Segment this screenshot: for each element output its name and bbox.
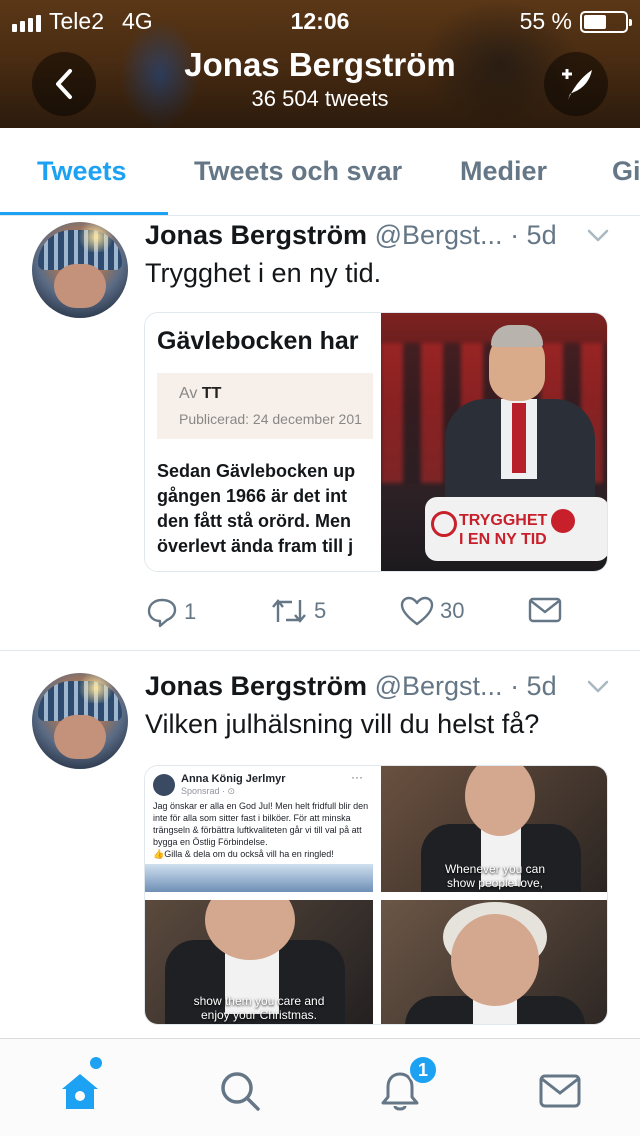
rose-logo [551,509,575,533]
video-still[interactable] [381,900,607,1024]
battery-percent: 55 % [519,8,572,34]
profile-tabs: Tweets Tweets och svar Medier Gi [0,128,640,216]
author-handle: @Bergst... [374,671,503,701]
fb-post-text: Jag önskar er alla en God Jul! Men helt … [153,801,369,859]
battery-icon [580,10,632,33]
notification-badge: 1 [408,1055,438,1085]
heart-icon [400,596,434,626]
reply-button[interactable]: 1 [146,596,196,628]
author-handle: @Bergst... [374,220,503,250]
feather-plus-icon [562,69,592,100]
fb-image-strip [145,864,373,892]
share-button[interactable] [528,596,562,624]
tweet-header: Jonas Bergström @Bergst... · 5d [145,671,615,702]
tweet-media-grid[interactable]: Anna König Jerlmyr Sponsrad · ⊙ ··· Jag … [144,765,608,1025]
news-body: Sedan Gävlebocken up gången 1966 är det … [157,461,356,556]
tweet-media[interactable]: Gävlebocken har Av TT Publicerad: 24 dec… [144,312,608,572]
news-published: Publicerad: 24 december 201 [179,411,362,427]
video-still[interactable]: Whenever you can show people love, [381,766,607,892]
podium-sign: TRYGGHET I EN NY TID [459,512,548,548]
campaign-photo[interactable]: TRYGGHET I EN NY TID [381,313,607,571]
tweet-text: Vilken julhälsning vill du helst få? [145,709,540,739]
reply-count: 1 [184,599,197,624]
home-icon [62,1074,98,1109]
avatar [153,774,175,796]
tab-media[interactable]: Medier [460,156,547,187]
status-bar: Tele2 4G 12:06 55 % [0,0,640,40]
messages-tab[interactable] [536,1067,584,1115]
retweet-button[interactable]: 5 [270,596,326,626]
reply-icon [147,598,177,628]
like-button[interactable]: 30 [400,596,464,626]
bottom-tab-bar: 1 [0,1038,640,1136]
video-caption: Whenever you can show people love, [444,862,546,890]
tweet[interactable]: Jonas Bergström @Bergst... · 5d Vilken j… [0,651,640,1037]
tab-tweets[interactable]: Tweets [37,156,127,187]
author-name[interactable]: Jonas Bergström [145,220,367,250]
envelope-icon [539,1074,581,1108]
retweet-icon [272,599,306,623]
retweet-count: 5 [314,598,327,623]
envelope-icon [528,597,562,623]
chevron-down-icon[interactable] [586,679,610,695]
fb-author: Anna König Jerlmyr [181,773,286,785]
tab-likes[interactable]: Gi [612,156,640,187]
news-headline: Gävlebocken har [157,327,359,355]
chevron-down-icon[interactable] [586,228,610,244]
tab-tweets-and-replies[interactable]: Tweets och svar [194,156,402,187]
search-tab[interactable] [216,1067,264,1115]
news-article-screenshot[interactable]: Gävlebocken har Av TT Publicerad: 24 dec… [145,313,373,571]
avatar[interactable] [32,222,128,318]
author-name[interactable]: Jonas Bergström [145,671,367,701]
new-content-dot [90,1057,102,1069]
video-still[interactable]: show them you care and enjoy your Christ… [145,900,373,1024]
party-logo [431,511,457,537]
tweet-time: · 5d [510,671,557,701]
tweet-actions: 1 5 30 [0,596,640,636]
compose-tweet-button[interactable] [544,52,608,116]
tweet-text: Trygghet i en ny tid. [145,258,382,288]
profile-header: Tele2 4G 12:06 55 % Jonas Bergström 36 5… [0,0,640,128]
more-icon: ··· [351,770,363,784]
tweet-time: · 5d [510,220,557,250]
fb-sponsored: Sponsrad · ⊙ [181,786,236,796]
avatar[interactable] [32,673,128,769]
home-tab[interactable] [56,1067,104,1115]
video-caption: show them you care and enjoy your Christ… [193,994,325,1022]
tweet-header: Jonas Bergström @Bergst... · 5d [145,220,615,251]
facebook-ad-screenshot[interactable]: Anna König Jerlmyr Sponsrad · ⊙ ··· Jag … [145,766,373,892]
news-byline: Av TT [179,385,222,402]
tweet[interactable]: Jonas Bergström @Bergst... · 5d Trygghet… [0,216,640,650]
like-count: 30 [440,598,465,623]
search-icon [221,1072,260,1111]
